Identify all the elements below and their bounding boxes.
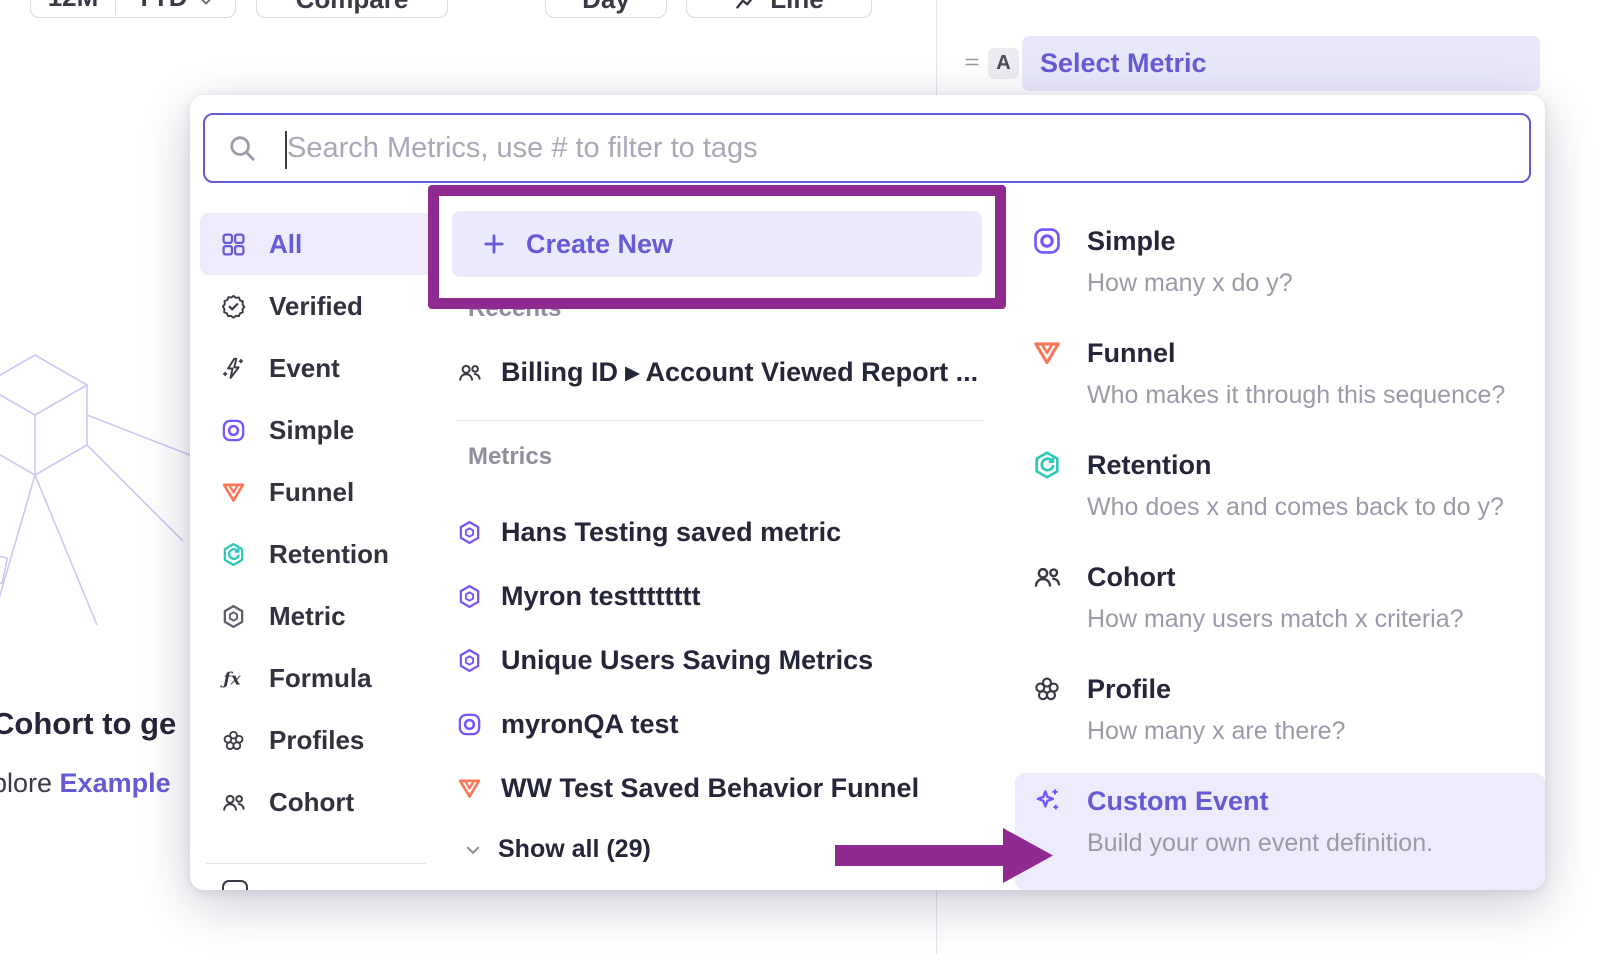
- retention-icon: [1031, 449, 1063, 481]
- recents-heading: Recents: [468, 295, 561, 323]
- simple-icon: [1031, 225, 1063, 257]
- background-heading-fragment: Cohort to ge: [0, 706, 176, 742]
- metric-list-item[interactable]: Hans Testing saved metric: [456, 500, 996, 564]
- sidebar-category[interactable]: Profiles: [200, 709, 432, 771]
- metric-icon: [456, 583, 483, 610]
- show-all-button[interactable]: Show all (29): [462, 835, 651, 864]
- metric-icon: [456, 519, 483, 546]
- chevron-down-icon: [462, 839, 484, 861]
- funnel-icon: [456, 775, 483, 802]
- divider: [456, 420, 984, 421]
- sidebar-item-partial[interactable]: [200, 880, 432, 890]
- show-all-label: Show all (29): [498, 835, 651, 864]
- funnel-icon: [220, 479, 247, 506]
- metric-list-item[interactable]: Myron testttttttt: [456, 564, 996, 628]
- metric-type-card[interactable]: Custom Event Build your own event defini…: [1015, 773, 1545, 890]
- line-chart-icon: [734, 0, 760, 15]
- custom-event-icon: [1031, 785, 1063, 817]
- sidebar-category[interactable]: Funnel: [200, 461, 432, 523]
- metric-list-item[interactable]: myronQA test: [456, 692, 996, 756]
- text-fragment: plore: [0, 768, 60, 798]
- category-list: All Verified Event Simple Funnel Retenti…: [200, 213, 432, 833]
- simple-icon: [456, 711, 483, 738]
- partial-icon: [222, 880, 248, 890]
- metric-list-item[interactable]: WW Test Saved Behavior Funnel: [456, 756, 996, 820]
- retention-icon: [220, 541, 247, 568]
- query-row-label[interactable]: A: [988, 48, 1019, 79]
- verified-icon: [220, 293, 247, 320]
- metric-type-card[interactable]: Cohort How many users match x criteria?: [1015, 549, 1545, 661]
- metric-list-item[interactable]: Billing ID ▸ Account Viewed Report ...: [456, 347, 996, 397]
- compare-button[interactable]: Compare: [256, 0, 448, 18]
- metric-icon: [456, 647, 483, 674]
- metric-type-card[interactable]: Funnel Who makes it through this sequenc…: [1015, 325, 1545, 437]
- cohort-icon: [1031, 561, 1063, 593]
- metric-list-item[interactable]: Unique Users Saving Metrics: [456, 628, 996, 692]
- formula-icon: ƒx: [220, 665, 247, 692]
- grid-icon: [220, 231, 247, 258]
- background-text-fragment: plore Example: [0, 768, 171, 799]
- range-ytd-button[interactable]: YTD: [115, 0, 235, 15]
- text-cursor: [285, 131, 287, 169]
- sidebar-category[interactable]: Metric: [200, 585, 432, 647]
- metric-type-card[interactable]: Retention Who does x and comes back to d…: [1015, 437, 1545, 549]
- funnel-icon: [1031, 337, 1063, 369]
- metric-type-list: Simple How many x do y? Funnel Who makes…: [1015, 213, 1545, 890]
- chart-type-button[interactable]: Line: [686, 0, 872, 18]
- sidebar-category[interactable]: ƒx Formula: [200, 647, 432, 709]
- search-input[interactable]: [257, 132, 1529, 165]
- event-icon: [220, 355, 247, 382]
- simple-icon: [220, 417, 247, 444]
- recents-list: Billing ID ▸ Account Viewed Report ...: [456, 347, 996, 397]
- date-range-control: 12M YTD: [30, 0, 236, 18]
- sidebar-category[interactable]: Verified: [200, 275, 432, 337]
- plus-icon: [480, 230, 508, 258]
- cohort-icon: [456, 359, 483, 386]
- metric-picker-modal: All Verified Event Simple Funnel Retenti…: [190, 95, 1545, 890]
- sidebar-divider: [206, 863, 426, 864]
- profiles-icon: [1031, 673, 1063, 705]
- cohort-icon: [220, 789, 247, 816]
- decorative-wireframe: [0, 335, 205, 665]
- sidebar-category[interactable]: Event: [200, 337, 432, 399]
- profiles-icon: [220, 727, 247, 754]
- sidebar-category[interactable]: Simple: [200, 399, 432, 461]
- metrics-heading: Metrics: [468, 443, 552, 471]
- chevron-down-icon: [196, 0, 216, 11]
- sidebar-category[interactable]: Retention: [200, 523, 432, 585]
- search-box[interactable]: [203, 113, 1531, 183]
- search-icon: [227, 133, 257, 163]
- drag-handle-icon[interactable]: [961, 52, 983, 72]
- metric-icon: [220, 603, 247, 630]
- category-sidebar: All Verified Event Simple Funnel Retenti…: [200, 213, 432, 890]
- metric-type-card[interactable]: Simple How many x do y?: [1015, 213, 1545, 325]
- sidebar-category[interactable]: All: [200, 213, 432, 275]
- create-new-button[interactable]: Create New: [452, 211, 982, 277]
- select-metric-field[interactable]: Select Metric: [1022, 36, 1540, 91]
- sidebar-category[interactable]: Cohort: [200, 771, 432, 833]
- create-new-label: Create New: [526, 229, 673, 260]
- saved-metrics-list: Hans Testing saved metric Myron testtttt…: [456, 500, 996, 820]
- svg-text:ƒx: ƒx: [220, 668, 242, 688]
- range-12m-button[interactable]: 12M: [31, 0, 115, 15]
- interval-button[interactable]: Day: [545, 0, 667, 18]
- example-link[interactable]: Example: [60, 768, 171, 798]
- metric-type-card[interactable]: Profile How many x are there?: [1015, 661, 1545, 773]
